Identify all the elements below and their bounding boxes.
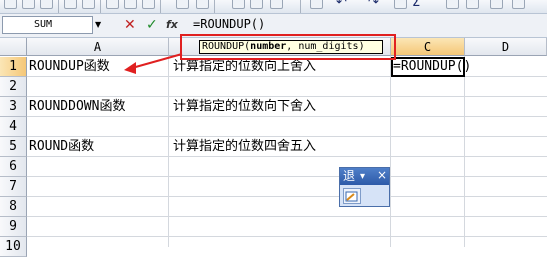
floating-toolbar-titlebar[interactable]: 退 ▾ ×	[340, 168, 389, 185]
cell-a3[interactable]: ROUNDDOWN函数	[29, 97, 125, 117]
enter-icon[interactable]: ✓	[146, 16, 158, 34]
row-header-10[interactable]: 10	[0, 237, 27, 257]
active-cell-border	[391, 57, 465, 77]
cancel-icon[interactable]: ✕	[124, 16, 136, 34]
research-icon[interactable]	[176, 0, 189, 9]
cut-icon[interactable]	[232, 0, 245, 9]
column-header-a[interactable]: A	[27, 38, 169, 56]
column-header-c[interactable]: C	[391, 38, 465, 56]
sort-ascending-icon[interactable]	[446, 0, 459, 9]
email-icon[interactable]	[82, 0, 95, 9]
column-header-d[interactable]: D	[465, 38, 547, 56]
row-header-9[interactable]: 9	[0, 217, 27, 237]
paste-icon[interactable]	[270, 0, 283, 9]
print-preview-icon[interactable]	[124, 0, 137, 9]
row-header-6[interactable]: 6	[0, 157, 27, 177]
open-icon[interactable]	[22, 0, 35, 9]
row-header-1[interactable]: 1	[0, 57, 27, 77]
copy-icon[interactable]	[250, 0, 263, 9]
hyperlink-icon[interactable]	[394, 0, 407, 9]
cell-a5[interactable]: ROUND函数	[29, 137, 94, 157]
name-box-dropdown-icon[interactable]: ▼	[95, 20, 101, 29]
print-icon[interactable]	[106, 0, 119, 9]
redo-icon[interactable]: ↷	[368, 0, 379, 10]
annotation-highlight-box	[180, 34, 396, 60]
find-icon[interactable]	[196, 0, 209, 9]
insert-function-icon[interactable]: fx	[166, 16, 178, 34]
cell-b5[interactable]: 计算指定的位数四舍五入	[173, 137, 316, 157]
row-header-2[interactable]: 2	[0, 77, 27, 97]
range-select-icon	[345, 191, 358, 202]
name-box[interactable]: SUM	[2, 16, 93, 34]
undo-icon[interactable]: ↶	[336, 0, 347, 10]
floating-toolbar-close-icon[interactable]: ×	[377, 167, 387, 184]
drawing-icon[interactable]	[512, 0, 525, 9]
spelling-icon[interactable]	[142, 0, 155, 9]
select-all-corner[interactable]	[0, 38, 27, 56]
chart-wizard-icon[interactable]	[490, 0, 503, 9]
row-header-8[interactable]: 8	[0, 197, 27, 217]
standard-toolbar: ↶ ↷ Σ	[0, 0, 547, 14]
new-icon[interactable]	[4, 0, 17, 9]
cell-b1[interactable]: 计算指定的位数向上舍入	[173, 57, 316, 77]
row-header-3[interactable]: 3	[0, 97, 27, 117]
floating-toolbar-tool-button[interactable]	[343, 188, 361, 204]
row-header-7[interactable]: 7	[0, 177, 27, 197]
cell-b3[interactable]: 计算指定的位数向下舍入	[173, 97, 316, 117]
format-painter-icon[interactable]	[310, 0, 323, 9]
row-header-5[interactable]: 5	[0, 137, 27, 157]
sort-descending-icon[interactable]	[466, 0, 479, 9]
floating-toolbar-title: 退	[343, 169, 356, 183]
floating-toolbar-menu-icon[interactable]: ▾	[360, 168, 365, 185]
formula-input[interactable]: =ROUNDUP()	[193, 17, 265, 31]
permission-icon[interactable]	[64, 0, 77, 9]
autosum-icon[interactable]: Σ	[412, 0, 420, 10]
floating-toolbar[interactable]: 退 ▾ ×	[339, 167, 390, 207]
cell-a1[interactable]: ROUNDUP函数	[29, 57, 110, 77]
row-header-4[interactable]: 4	[0, 117, 27, 137]
save-icon[interactable]	[40, 0, 53, 9]
